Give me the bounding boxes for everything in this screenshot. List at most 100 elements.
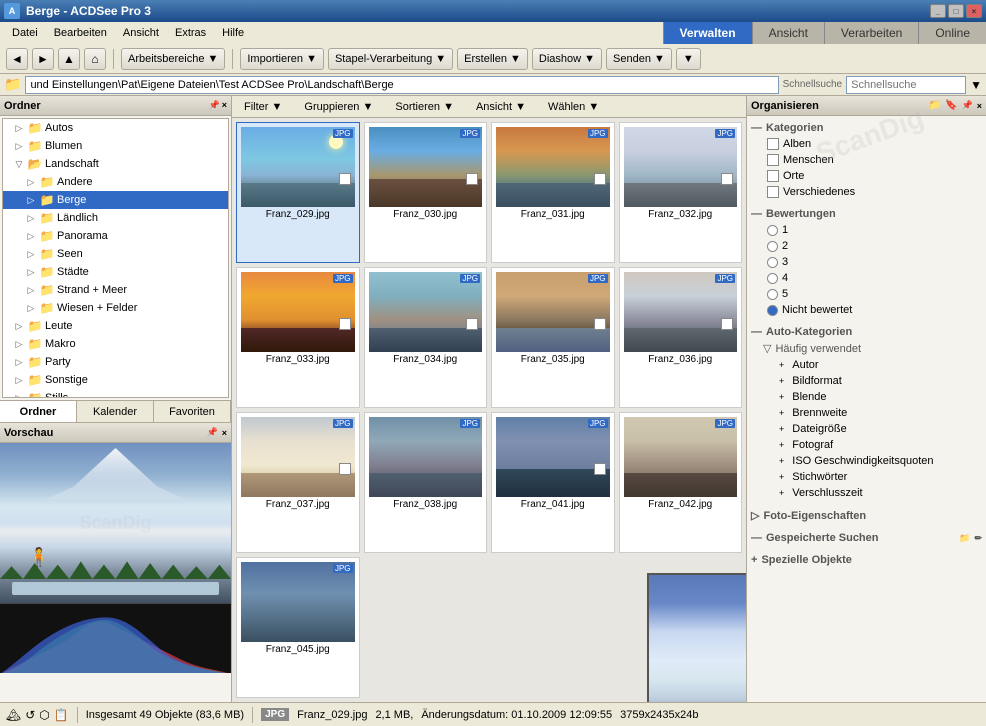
thumb-checkbox-8[interactable] — [339, 463, 351, 475]
tree-item-blumen[interactable]: ▷ 📁 Blumen — [3, 137, 228, 155]
arbeitsbereiche-button[interactable]: Arbeitsbereiche ▼ — [121, 48, 225, 70]
panel-close-icon[interactable]: × — [222, 428, 227, 438]
pin-icon[interactable]: 📌 — [209, 100, 220, 111]
tree-item-makro[interactable]: ▷ 📁 Makro — [3, 335, 228, 353]
maximize-button[interactable]: □ — [948, 4, 964, 18]
thumb-item-7[interactable]: JPG Franz_036.jpg — [619, 267, 743, 408]
haeufig-verwendet-header[interactable]: ▽ Häufig verwendet — [751, 340, 982, 357]
thumb-checkbox-1[interactable] — [466, 173, 478, 185]
ordner-panel-controls[interactable]: 📌 × — [209, 100, 227, 111]
filter-button[interactable]: Filter ▼ — [236, 99, 290, 115]
org-item-verschlusszeit[interactable]: + Verschlusszeit — [751, 485, 982, 501]
thumb-item-1[interactable]: JPG Franz_030.jpg — [364, 122, 488, 263]
org-item-blende[interactable]: + Blende — [751, 389, 982, 405]
org-item-autor[interactable]: + Autor — [751, 357, 982, 373]
address-input[interactable] — [25, 76, 778, 94]
thumb-checkbox-10[interactable] — [594, 463, 606, 475]
foto-eigenschaften-header[interactable]: ▷ Foto-Eigenschaften — [751, 507, 982, 524]
org-item-stichwoerter[interactable]: + Stichwörter — [751, 469, 982, 485]
tree-item-andere[interactable]: ▷ 📁 Andere — [3, 173, 228, 191]
thumb-item-0[interactable]: JPG Franz_029.jpg — [236, 122, 360, 263]
window-controls[interactable]: _ □ × — [930, 4, 982, 18]
org-close-icon[interactable]: × — [977, 101, 982, 111]
thumb-checkbox-3[interactable] — [721, 173, 733, 185]
erstellen-button[interactable]: Erstellen ▼ — [457, 48, 528, 70]
auto-kategorien-header[interactable]: — Auto-Kategorien — [751, 324, 982, 340]
org-item-rating-1[interactable]: 1 — [751, 222, 982, 238]
orte-checkbox[interactable] — [767, 170, 779, 182]
bewertungen-header[interactable]: — Bewertungen — [751, 206, 982, 222]
org-item-rating-5[interactable]: 5 — [751, 286, 982, 302]
rating-4-radio[interactable] — [767, 273, 778, 284]
waehlen-button[interactable]: Wählen ▼ — [540, 99, 607, 115]
tree-item-autos[interactable]: ▷ 📁 Autos — [3, 119, 228, 137]
tree-item-panorama[interactable]: ▷ 📁 Panorama — [3, 227, 228, 245]
thumb-checkbox-4[interactable] — [339, 318, 351, 330]
thumb-checkbox-0[interactable] — [339, 173, 351, 185]
org-header-controls[interactable]: 📁 🔖 📌 × — [929, 100, 982, 111]
stapel-button[interactable]: Stapel-Verarbeitung ▼ — [328, 48, 453, 70]
thumb-item-4[interactable]: JPG Franz_033.jpg — [236, 267, 360, 408]
menu-bearbeiten[interactable]: Bearbeiten — [46, 25, 115, 41]
preview-controls[interactable]: 📌 × — [207, 427, 227, 438]
org-item-orte[interactable]: Orte — [751, 168, 982, 184]
org-item-rating-2[interactable]: 2 — [751, 238, 982, 254]
back-button[interactable]: ◄ — [6, 48, 28, 70]
thumb-checkbox-6[interactable] — [594, 318, 606, 330]
spezielle-objekte-header[interactable]: + Spezielle Objekte — [751, 552, 982, 568]
importieren-button[interactable]: Importieren ▼ — [240, 48, 324, 70]
close-button[interactable]: × — [966, 4, 982, 18]
nicht-bewertet-radio[interactable] — [767, 305, 778, 316]
thumb-item-11[interactable]: JPG Franz_042.jpg — [619, 412, 743, 553]
tab-kalender[interactable]: Kalender — [77, 401, 154, 422]
org-item-rating-4[interactable]: 4 — [751, 270, 982, 286]
org-icon-1[interactable]: 📁 — [929, 100, 941, 111]
tree-item-strand[interactable]: ▷ 📁 Strand + Meer — [3, 281, 228, 299]
tab-ordner[interactable]: Ordner — [0, 401, 77, 422]
rating-3-radio[interactable] — [767, 257, 778, 268]
thumb-item-8[interactable]: JPG Franz_037.jpg — [236, 412, 360, 553]
tree-item-wiesen[interactable]: ▷ 📁 Wiesen + Felder — [3, 299, 228, 317]
thumb-item-5[interactable]: JPG Franz_034.jpg — [364, 267, 488, 408]
tab-verarbeiten[interactable]: Verarbeiten — [824, 22, 918, 44]
search-input[interactable] — [846, 76, 966, 94]
thumb-item-3[interactable]: JPG Franz_032.jpg — [619, 122, 743, 263]
thumb-item-6[interactable]: JPG Franz_035.jpg — [491, 267, 615, 408]
thumb-item-2[interactable]: JPG Franz_031.jpg — [491, 122, 615, 263]
menu-ansicht[interactable]: Ansicht — [115, 25, 167, 41]
panel-btn-x[interactable]: × — [222, 100, 227, 111]
org-item-brennweite[interactable]: + Brennweite — [751, 405, 982, 421]
home-button[interactable]: ⌂ — [84, 48, 106, 70]
tab-online[interactable]: Online — [918, 22, 986, 44]
tree-item-landschaft[interactable]: ▽ 📂 Landschaft — [3, 155, 228, 173]
thumb-item-10[interactable]: JPG Franz_041.jpg — [491, 412, 615, 553]
tree-item-laendlich[interactable]: ▷ 📁 Ländlich — [3, 209, 228, 227]
tree-item-stills[interactable]: ▷ 📁 Stills — [3, 389, 228, 398]
search-dropdown-button[interactable]: ▼ — [970, 78, 982, 92]
new-saved-search-icon[interactable]: 📁 — [959, 533, 970, 544]
tree-item-seen[interactable]: ▷ 📁 Seen — [3, 245, 228, 263]
tab-verwalten[interactable]: Verwalten — [663, 22, 752, 44]
org-item-verschiedenes[interactable]: Verschiedenes — [751, 184, 982, 200]
org-item-alben[interactable]: Alben — [751, 136, 982, 152]
diashow-button[interactable]: Diashow ▼ — [532, 48, 602, 70]
thumb-checkbox-5[interactable] — [466, 318, 478, 330]
menu-datei[interactable]: Datei — [4, 25, 46, 41]
org-item-dateigroesse[interactable]: + Dateigröße — [751, 421, 982, 437]
kategorien-header[interactable]: — Kategorien — [751, 120, 982, 136]
menu-hilfe[interactable]: Hilfe — [214, 25, 252, 41]
org-item-rating-3[interactable]: 3 — [751, 254, 982, 270]
ansicht-filter-button[interactable]: Ansicht ▼ — [468, 99, 534, 115]
alben-checkbox[interactable] — [767, 138, 779, 150]
org-item-menschen[interactable]: Menschen — [751, 152, 982, 168]
gespeicherte-suchen-header[interactable]: — Gespeicherte Suchen 📁 ✏ — [751, 530, 982, 546]
thumb-checkbox-7[interactable] — [721, 318, 733, 330]
rating-5-radio[interactable] — [767, 289, 778, 300]
minimize-button[interactable]: _ — [930, 4, 946, 18]
sortieren-button[interactable]: Sortieren ▼ — [387, 99, 462, 115]
org-item-bildformat[interactable]: + Bildformat — [751, 373, 982, 389]
senden-button[interactable]: Senden ▼ — [606, 48, 672, 70]
thumb-checkbox-2[interactable] — [594, 173, 606, 185]
tab-ansicht[interactable]: Ansicht — [752, 22, 824, 44]
tree-item-leute[interactable]: ▷ 📁 Leute — [3, 317, 228, 335]
